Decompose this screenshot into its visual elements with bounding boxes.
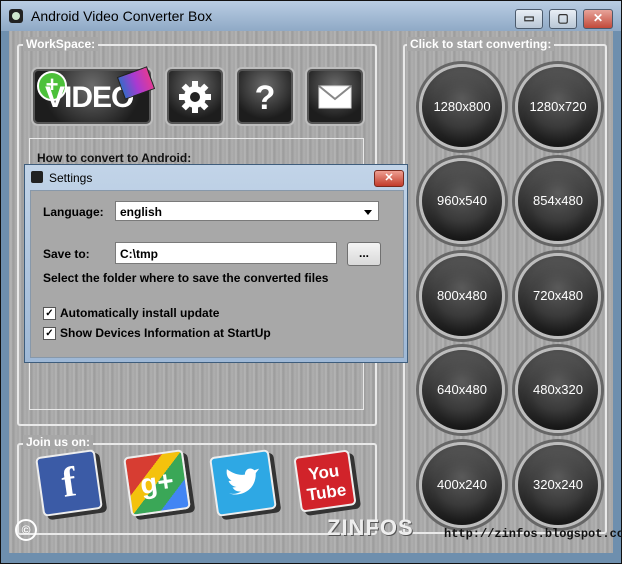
convert-1280x720-button[interactable]: 1280x720	[515, 64, 601, 150]
show-devices-checkbox[interactable]: ✓	[43, 327, 56, 340]
envelope-icon	[318, 84, 352, 108]
svg-text:?: ?	[255, 79, 276, 115]
convert-320x240-button[interactable]: 320x240	[515, 442, 601, 528]
youtube-icon[interactable]: You Tube	[293, 449, 357, 513]
workspace-label: WorkSpace:	[23, 37, 99, 51]
language-value: english	[120, 205, 163, 219]
help-button[interactable]: ?	[235, 67, 295, 126]
save-path-input[interactable]: C:\tmp	[115, 242, 337, 264]
auto-update-checkbox[interactable]: ✓	[43, 307, 56, 320]
settings-body: Language: english Save to: C:\tmp ... Se…	[30, 190, 404, 358]
convert-640x480-button[interactable]: 640x480	[419, 347, 505, 433]
minimize-button[interactable]: ▭	[515, 9, 543, 29]
dialog-title: Settings	[49, 171, 93, 185]
window-title: Android Video Converter Box	[31, 8, 213, 24]
convert-480x320-button[interactable]: 480x320	[515, 347, 601, 433]
settings-button[interactable]	[165, 67, 225, 126]
how-to-heading: How to convert to Android:	[37, 151, 192, 165]
question-mark-icon: ?	[255, 79, 276, 115]
close-button[interactable]: ✕	[583, 9, 613, 29]
language-select[interactable]: english	[115, 201, 379, 221]
save-to-label: Save to:	[43, 247, 90, 261]
convert-960x540-button[interactable]: 960x540	[419, 158, 505, 244]
dialog-close-button[interactable]: ✕	[374, 170, 404, 187]
google-plus-icon[interactable]: g+	[123, 449, 191, 517]
convert-854x480-button[interactable]: 854x480	[515, 158, 601, 244]
browse-button[interactable]: ...	[347, 242, 381, 266]
convert-720x480-button[interactable]: 720x480	[515, 253, 601, 339]
settings-dialog: Settings ✕ Language: english Save to: C:…	[24, 164, 408, 363]
twitter-icon[interactable]	[209, 449, 277, 517]
dialog-app-icon	[31, 171, 43, 183]
title-bar: Android Video Converter Box ▭ ▢ ✕	[1, 1, 621, 31]
save-hint: Select the folder where to save the conv…	[43, 271, 329, 285]
copyright-icon: ©	[15, 519, 37, 541]
maximize-button[interactable]: ▢	[549, 9, 577, 29]
show-devices-label: Show Devices Information at StartUp	[60, 326, 271, 340]
auto-update-label: Automatically install update	[60, 306, 220, 320]
convert-1280x800-button[interactable]: 1280x800	[419, 64, 505, 150]
main-window: Android Video Converter Box ▭ ▢ ✕ WorkSp…	[0, 0, 622, 564]
facebook-icon[interactable]: f	[35, 449, 103, 517]
gear-icon	[179, 80, 211, 113]
chevron-down-icon	[364, 210, 372, 215]
app-icon	[9, 9, 23, 23]
language-label: Language:	[43, 205, 104, 219]
clapperboard-icon	[116, 66, 156, 100]
join-label: Join us on:	[23, 435, 93, 449]
convert-label: Click to start converting:	[407, 37, 555, 51]
email-button[interactable]	[305, 67, 365, 126]
convert-400x240-button[interactable]: 400x240	[419, 442, 505, 528]
watermark-logo: ZINFOS	[327, 515, 414, 540]
add-video-button[interactable]: + VIDEO	[31, 66, 156, 126]
convert-800x480-button[interactable]: 800x480	[419, 253, 505, 339]
watermark-url: http://zinfos.blogspot.com	[444, 527, 622, 541]
bird-shape	[226, 468, 260, 495]
